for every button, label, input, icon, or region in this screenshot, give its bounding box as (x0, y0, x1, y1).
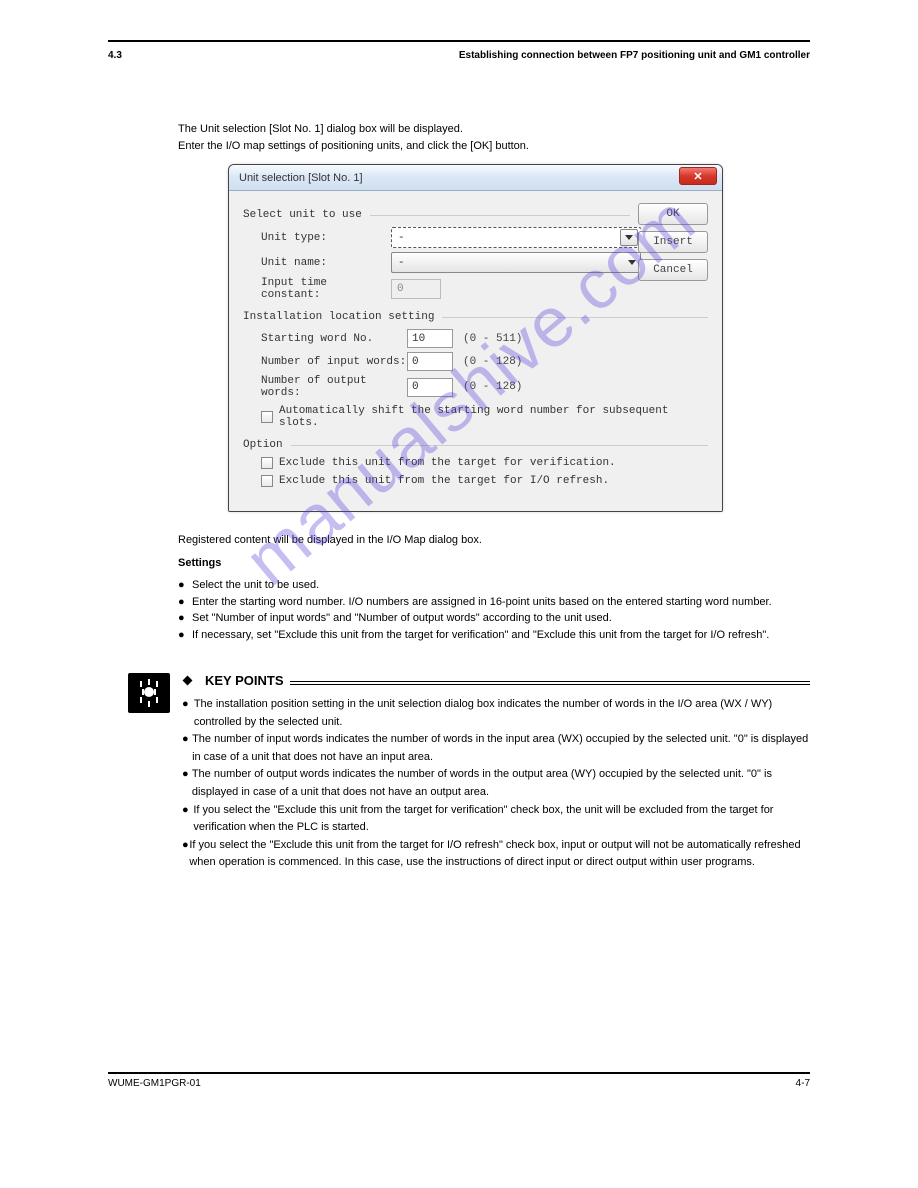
keypoint-title: KEY POINTS (199, 673, 290, 688)
auto-shift-label: Automatically shift the starting word nu… (279, 405, 708, 429)
bottom-rule (108, 1072, 810, 1074)
starting-word-row: Starting word No. 10 (0 - 511) (243, 329, 708, 348)
page: manualshive.com 4.3 Establishing connect… (0, 0, 918, 1129)
settings-label: Settings (178, 555, 810, 572)
exclude-verify-checkbox[interactable] (261, 457, 273, 469)
num-output-range: (0 - 128) (463, 381, 522, 393)
num-output-label: Number of output words: (261, 375, 407, 399)
lightbulb-icon (128, 673, 170, 713)
after-line1: Registered content will be displayed in … (178, 532, 810, 549)
bullet-4: ●If necessary, set "Exclude this unit fr… (178, 627, 810, 644)
footer-left: WUME-GM1PGR-01 (108, 1078, 201, 1089)
header-title: 4.3 Establishing connection between FP7 … (108, 50, 810, 61)
input-time-constant-select: 0 (391, 279, 441, 299)
ok-button[interactable]: OK (638, 203, 708, 225)
bullet-1: ●Select the unit to be used. (178, 577, 810, 594)
unit-selection-dialog: Unit selection [Slot No. 1] ✕ OK Insert … (228, 164, 723, 512)
exclude-verify-row: Exclude this unit from the target for ve… (243, 457, 708, 469)
starting-word-label: Starting word No. (261, 333, 407, 345)
chevron-down-icon (628, 260, 636, 265)
keypoint-rule (290, 681, 810, 685)
close-icon[interactable]: ✕ (679, 167, 717, 185)
footer-right: 4-7 (796, 1078, 810, 1089)
bullet-2: ●Enter the starting word number. I/O num… (178, 594, 810, 611)
keypoint-block: KEY POINTS ●The installation position se… (128, 673, 810, 872)
unit-type-label: Unit type: (261, 232, 391, 244)
exclude-refresh-row: Exclude this unit from the target for I/… (243, 475, 708, 487)
num-output-words-input[interactable]: 0 (407, 378, 453, 397)
num-input-range: (0 - 128) (463, 356, 522, 368)
auto-shift-row: Automatically shift the starting word nu… (243, 405, 708, 429)
after-dialog-text: Registered content will be displayed in … (178, 532, 810, 643)
insert-button[interactable]: Insert (638, 231, 708, 253)
dialog-button-column: OK Insert Cancel (638, 203, 708, 281)
footer: WUME-GM1PGR-01 4-7 (108, 1078, 810, 1089)
unit-type-select[interactable]: - (391, 227, 641, 248)
input-time-label: Input time constant: (261, 277, 391, 301)
keypoint-text: ●The installation position setting in th… (182, 696, 810, 872)
starting-word-input[interactable]: 10 (407, 329, 453, 348)
dialog-title: Unit selection [Slot No. 1] (239, 172, 363, 184)
cancel-button[interactable]: Cancel (638, 259, 708, 281)
chevron-down-icon (625, 235, 633, 240)
exclude-refresh-label: Exclude this unit from the target for I/… (279, 475, 609, 487)
num-input-words-input[interactable]: 0 (407, 352, 453, 371)
diamond-icon (183, 676, 193, 686)
dialog-body: OK Insert Cancel Select unit to use Unit… (229, 191, 722, 511)
starting-word-range: (0 - 511) (463, 333, 522, 345)
auto-shift-checkbox[interactable] (261, 411, 273, 423)
num-output-words-row: Number of output words: 0 (0 - 128) (243, 375, 708, 399)
num-input-label: Number of input words: (261, 356, 407, 368)
unit-name-select[interactable]: - (391, 252, 641, 273)
section-option: Option (243, 439, 708, 451)
dialog-titlebar: Unit selection [Slot No. 1] ✕ (229, 165, 722, 191)
intro-text: The Unit selection [Slot No. 1] dialog b… (178, 121, 810, 154)
bullet-3: ●Set "Number of input words" and "Number… (178, 610, 810, 627)
num-input-words-row: Number of input words: 0 (0 - 128) (243, 352, 708, 371)
top-rule (108, 40, 810, 42)
exclude-refresh-checkbox[interactable] (261, 475, 273, 487)
section-installation: Installation location setting (243, 311, 708, 323)
exclude-verify-label: Exclude this unit from the target for ve… (279, 457, 616, 469)
unit-name-label: Unit name: (261, 257, 391, 269)
dialog-screenshot: Unit selection [Slot No. 1] ✕ OK Insert … (228, 164, 810, 512)
